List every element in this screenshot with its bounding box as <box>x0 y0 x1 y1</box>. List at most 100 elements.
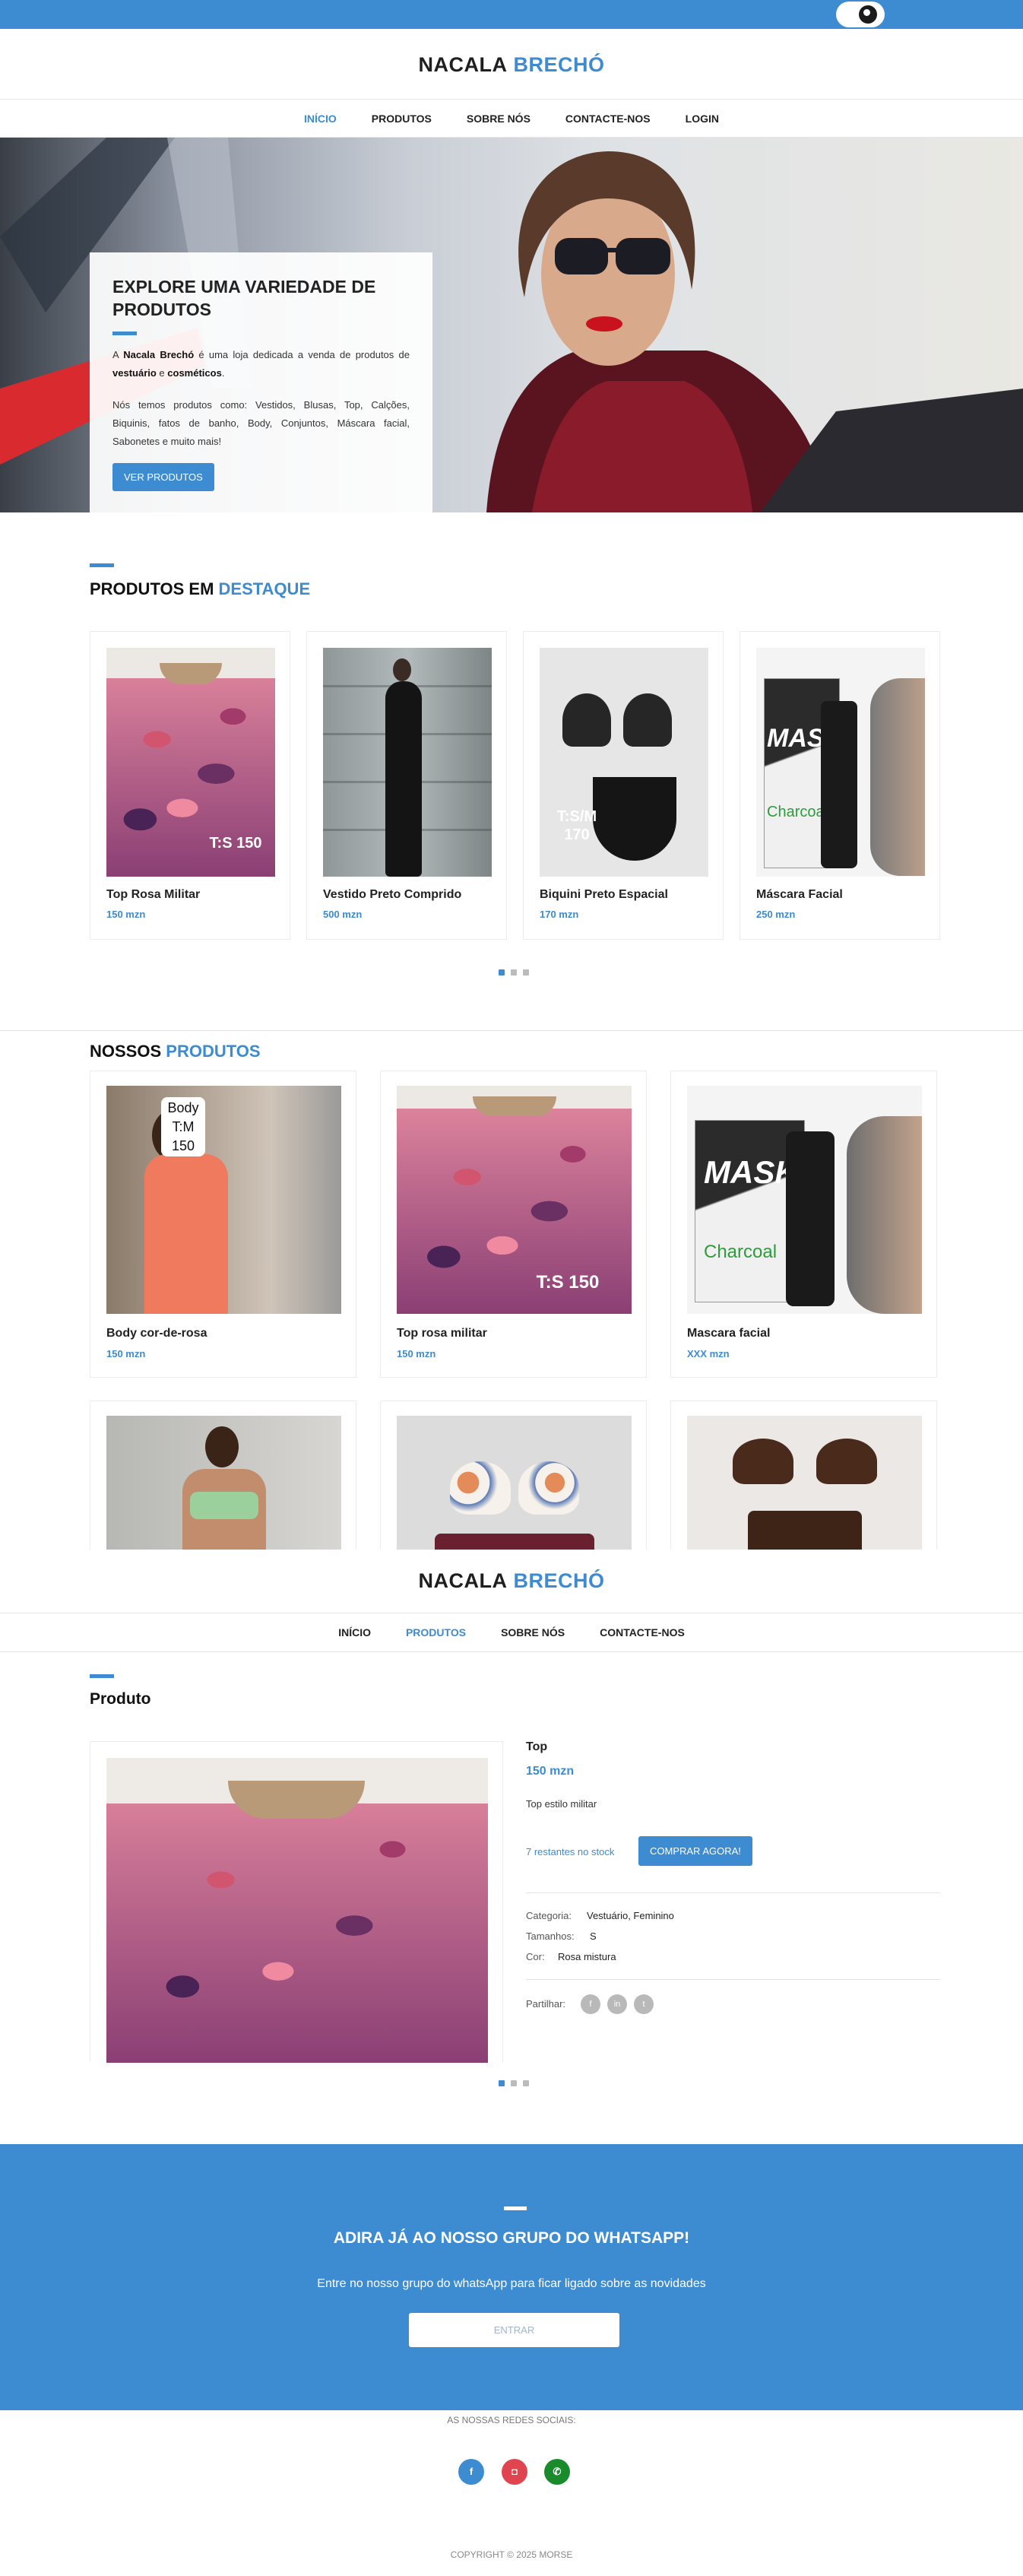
category-label: Categoria: <box>526 1910 572 1921</box>
image-tag: T:S/M 170 <box>556 808 597 843</box>
product-card[interactable]: T:S 150 Top rosa militar 150 mzn <box>380 1071 647 1378</box>
nav-produtos[interactable]: PRODUTOS <box>372 113 432 125</box>
stock-status: 7 restantes no stock <box>526 1846 615 1857</box>
image-tag: T:S 150 <box>536 1272 600 1293</box>
product-name[interactable]: Biquini Preto Espacial <box>540 888 668 902</box>
buy-now-button[interactable]: COMPRAR AGORA! <box>638 1836 752 1866</box>
product-name[interactable]: Body cor-de-rosa <box>106 1327 207 1340</box>
featured-card[interactable]: T:S 150 Top Rosa Militar 150 mzn <box>90 631 290 940</box>
featured-carousel-dots <box>499 969 529 976</box>
hero-accent-bar <box>112 332 137 335</box>
product-price: 150 mzn <box>397 1348 436 1359</box>
category-value[interactable]: Vestuário, Feminino <box>587 1910 674 1921</box>
featured-card[interactable]: T:S/M 170 Biquini Preto Espacial 170 mzn <box>523 631 724 940</box>
product-name[interactable]: Mascara facial <box>687 1327 770 1340</box>
whatsapp-accent-bar <box>504 2206 527 2210</box>
hero-title: EXPLORE UMA VARIEDADE DE PRODUTOS <box>112 277 376 319</box>
color-value: Rosa mistura <box>558 1951 616 1962</box>
site-logo[interactable]: NACALA BRECHÓ <box>0 1569 1023 1593</box>
carousel-dot[interactable] <box>511 2080 517 2086</box>
product-carousel-dots <box>499 2080 529 2086</box>
product-image[interactable]: T:S 150 <box>106 648 275 877</box>
nav-sobre-nos[interactable]: SOBRE NÓS <box>501 1626 565 1639</box>
product-accent-bar <box>90 1674 114 1678</box>
carousel-dot[interactable] <box>511 969 517 976</box>
product-image[interactable]: MASK Charcoal <box>756 648 925 877</box>
nav-sobre-nos[interactable]: SOBRE NÓS <box>467 113 531 125</box>
site-logo[interactable]: NACALA BRECHÓ <box>0 53 1023 77</box>
nav-inicio[interactable]: INÍCIO <box>304 113 337 125</box>
logo-part-2: BRECHÓ <box>513 53 605 76</box>
facebook-icon[interactable]: f <box>458 2459 484 2485</box>
product-image[interactable] <box>323 648 492 877</box>
product-name[interactable]: Máscara Facial <box>756 888 843 902</box>
mask-brand-text: MASK <box>704 1154 798 1190</box>
color-label: Cor: <box>526 1951 545 1962</box>
carousel-dot[interactable] <box>523 2080 529 2086</box>
whatsapp-title: ADIRA JÁ AO NOSSO GRUPO DO WHATSAPP! <box>333 2229 690 2247</box>
product-image[interactable] <box>397 1416 632 1550</box>
product-name[interactable]: Top rosa militar <box>397 1327 487 1340</box>
product-image[interactable]: Body T:M 150 <box>106 1086 341 1314</box>
product-image[interactable]: MASK Charcoal <box>687 1086 922 1314</box>
top-bar <box>0 0 1023 29</box>
nav-contacte-nos[interactable]: CONTACTE-NOS <box>600 1626 685 1639</box>
hero-intro: A Nacala Brechó é uma loja dedicada a ve… <box>112 349 410 379</box>
detail-product-price: 150 mzn <box>526 1765 575 1778</box>
product-card[interactable] <box>670 1401 937 1550</box>
nav-produtos[interactable]: PRODUTOS <box>406 1626 466 1639</box>
whatsapp-text: Entre no nosso grupo do whatsApp para fi… <box>317 2277 706 2290</box>
view-products-button[interactable]: VER PRODUTOS <box>112 463 214 491</box>
carousel-dot[interactable] <box>523 969 529 976</box>
product-price: 150 mzn <box>106 1348 146 1359</box>
product-card[interactable] <box>90 1401 356 1550</box>
product-name[interactable]: Top Rosa Militar <box>106 888 200 902</box>
nav-login[interactable]: LOGIN <box>686 113 719 125</box>
carousel-dot[interactable] <box>499 969 505 976</box>
product-image[interactable] <box>687 1416 922 1550</box>
main-nav: INÍCIO PRODUTOS SOBRE NÓS CONTACTE-NOS L… <box>0 99 1023 138</box>
detail-divider <box>526 1892 940 1893</box>
mask-sub-text: Charcoal <box>704 1242 778 1262</box>
product-price: 500 mzn <box>323 909 363 920</box>
detail-divider <box>526 1979 940 1980</box>
featured-card[interactable]: Vestido Preto Comprido 500 mzn <box>306 631 507 940</box>
share-twitter-icon[interactable]: t <box>634 1994 654 2014</box>
secondary-nav: INÍCIO PRODUTOS SOBRE NÓS CONTACTE-NOS <box>0 1613 1023 1652</box>
nav-inicio[interactable]: INÍCIO <box>338 1626 371 1639</box>
share-linkedin-icon[interactable]: in <box>607 1994 627 2014</box>
logo-part-1: NACALA <box>418 1569 508 1592</box>
toggle-knob-icon <box>859 5 877 24</box>
product-image[interactable] <box>106 1416 341 1550</box>
product-detail-image-card <box>90 1741 503 2063</box>
product-image[interactable]: T:S/M 170 <box>540 648 708 877</box>
detail-product-name: Top <box>526 1740 548 1753</box>
section-divider <box>0 1030 1023 1031</box>
whatsapp-icon[interactable]: ✆ <box>544 2459 570 2485</box>
share-facebook-icon[interactable]: f <box>581 1994 600 2014</box>
featured-card[interactable]: MASK Charcoal Máscara Facial 250 mzn <box>740 631 940 940</box>
product-card[interactable] <box>380 1401 647 1550</box>
sizes-value: S <box>590 1930 597 1942</box>
product-image[interactable]: T:S 150 <box>397 1086 632 1314</box>
product-detail-image[interactable] <box>106 1758 488 2063</box>
dark-mode-toggle[interactable] <box>836 2 885 27</box>
product-price: 170 mzn <box>540 909 579 920</box>
product-card[interactable]: MASK Charcoal Mascara facial XXX mzn <box>670 1071 937 1378</box>
product-name[interactable]: Vestido Preto Comprido <box>323 888 461 902</box>
hero-products-list: Nós temos produtos como: Vestidos, Blusa… <box>112 399 410 447</box>
mask-sub-text: Charcoal <box>767 804 828 820</box>
featured-title: PRODUTOS EM DESTAQUE <box>90 579 311 598</box>
join-whatsapp-button[interactable]: ENTRAR <box>409 2313 619 2347</box>
product-card[interactable]: Body T:M 150 Body cor-de-rosa 150 mzn <box>90 1071 356 1378</box>
product-price: XXX mzn <box>687 1348 730 1359</box>
nav-contacte-nos[interactable]: CONTACTE-NOS <box>565 113 651 125</box>
image-tag: Body T:M 150 <box>161 1097 205 1156</box>
carousel-dot[interactable] <box>499 2080 505 2086</box>
detail-description: Top estilo militar <box>526 1798 597 1810</box>
hero-banner: EXPLORE UMA VARIEDADE DE PRODUTOS A Naca… <box>0 138 1023 512</box>
instagram-icon[interactable]: ◘ <box>502 2459 527 2485</box>
share-label: Partilhar: <box>526 1998 566 2010</box>
featured-accent-bar <box>90 563 114 567</box>
products-title: NOSSOS PRODUTOS <box>90 1042 261 1061</box>
